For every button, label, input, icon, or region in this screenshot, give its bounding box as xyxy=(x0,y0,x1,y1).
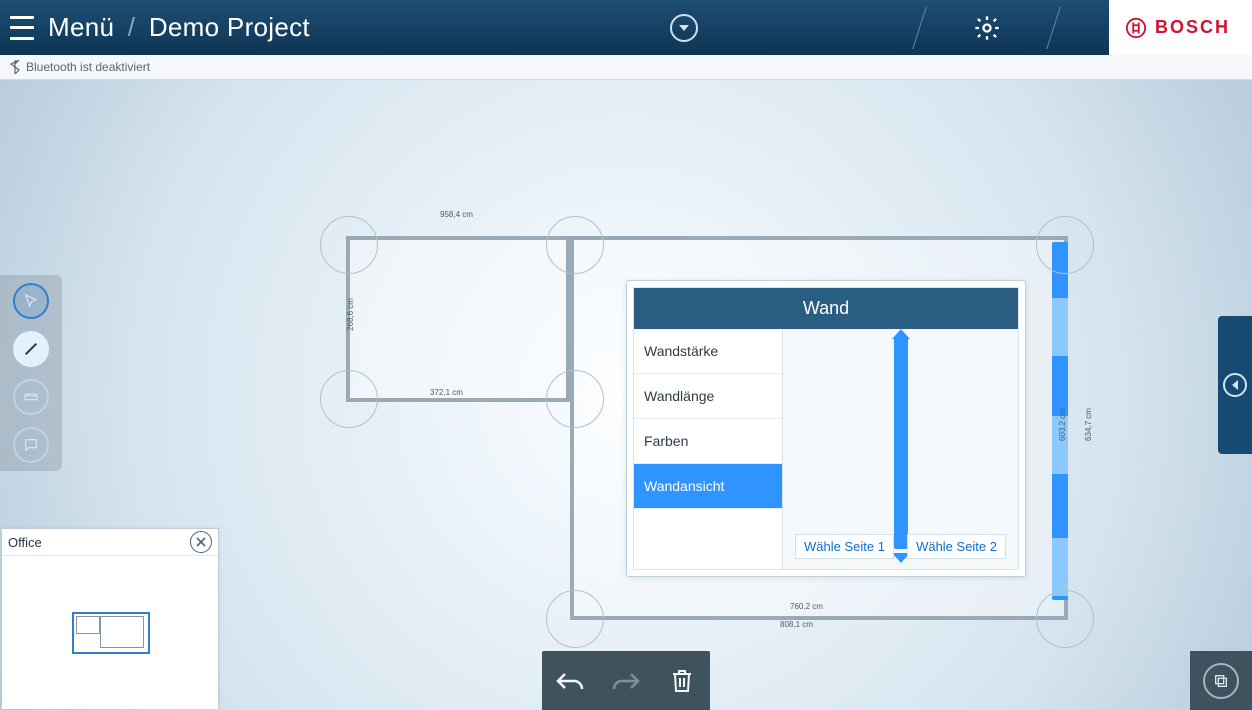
menu-item-view[interactable]: Wandansicht xyxy=(634,464,782,509)
angle-indicator-icon xyxy=(546,216,604,274)
measure-tool[interactable] xyxy=(13,379,49,415)
minimap-viewport[interactable] xyxy=(2,556,218,710)
angle-indicator-icon xyxy=(320,370,378,428)
header-divider-icon xyxy=(875,0,965,55)
angle-indicator-icon xyxy=(1036,216,1094,274)
duplicate-fab xyxy=(1190,651,1252,710)
angle-indicator-icon xyxy=(546,370,604,428)
line-tool[interactable] xyxy=(13,331,49,367)
delete-button[interactable] xyxy=(662,661,702,701)
menu-label[interactable]: Menü xyxy=(48,12,114,42)
popup-menu: Wandstärke Wandlänge Farben Wandansicht xyxy=(634,329,783,569)
chevron-left-icon xyxy=(1223,373,1247,397)
right-panel-expand-handle[interactable] xyxy=(1218,316,1252,454)
dimension-label: 808,1 cm xyxy=(780,620,813,629)
dimension-label: 958,4 cm xyxy=(440,210,473,219)
dimension-label: 372,1 cm xyxy=(430,388,463,397)
selected-wall-segment[interactable] xyxy=(1052,538,1068,596)
breadcrumb-separator: / xyxy=(128,12,136,42)
menu-blank xyxy=(634,509,782,569)
note-tool[interactable] xyxy=(13,427,49,463)
wall-preview-shape xyxy=(894,337,908,549)
duplicate-button[interactable] xyxy=(1203,663,1239,699)
minimap-viewport-rect[interactable] xyxy=(72,612,150,654)
project-dropdown-icon[interactable] xyxy=(670,14,698,42)
dimension-label: 760,2 cm xyxy=(790,602,823,611)
menu-item-thickness[interactable]: Wandstärke xyxy=(634,329,782,374)
angle-indicator-icon xyxy=(546,590,604,648)
bluetooth-status-text: Bluetooth ist deaktiviert xyxy=(26,60,150,74)
header-title: Menü / Demo Project xyxy=(48,12,310,43)
menu-item-length[interactable]: Wandlänge xyxy=(634,374,782,419)
left-toolbar xyxy=(0,275,62,471)
hamburger-menu-icon[interactable] xyxy=(10,16,34,40)
minimap-panel: Office xyxy=(2,528,219,709)
angle-indicator-icon xyxy=(320,216,378,274)
header-right: BOSCH xyxy=(875,0,1252,55)
bosch-logo: BOSCH xyxy=(1109,0,1252,55)
select-side-2-button[interactable]: Wähle Seite 2 xyxy=(907,534,1006,559)
dimension-label: 268,6 cm xyxy=(346,298,355,331)
dimension-label: 634,7 cm xyxy=(1084,408,1093,441)
bosch-logo-icon xyxy=(1125,17,1147,39)
canvas-area[interactable]: 958,4 cm 372,1 cm 268,6 cm 808,1 cm 760,… xyxy=(0,80,1252,710)
wall-properties-popup: Wand Wandstärke Wandlänge Farben Wandans… xyxy=(626,280,1026,577)
undo-button[interactable] xyxy=(550,661,590,701)
room-outline[interactable] xyxy=(346,236,570,402)
bottom-action-bar xyxy=(542,651,710,710)
project-name[interactable]: Demo Project xyxy=(149,12,310,42)
bluetooth-icon xyxy=(10,60,20,74)
pointer-tool[interactable] xyxy=(13,283,49,319)
dimension-label: 603,2 cm xyxy=(1058,408,1067,441)
popup-title: Wand xyxy=(634,288,1018,329)
settings-gear-icon[interactable] xyxy=(973,14,1001,42)
menu-item-colors[interactable]: Farben xyxy=(634,419,782,464)
wall-side-preview: Wähle Seite 1 Wähle Seite 2 xyxy=(783,329,1018,569)
app-header: Menü / Demo Project BOSCH xyxy=(0,0,1252,55)
minimap-close-button[interactable] xyxy=(190,531,212,553)
redo-button xyxy=(606,661,646,701)
angle-indicator-icon xyxy=(1036,590,1094,648)
header-divider-icon xyxy=(1009,0,1099,55)
select-side-1-button[interactable]: Wähle Seite 1 xyxy=(795,534,894,559)
minimap-title: Office xyxy=(8,535,42,550)
selected-wall-segment[interactable] xyxy=(1052,298,1068,356)
status-bar: Bluetooth ist deaktiviert xyxy=(0,55,1252,80)
bosch-logo-text: BOSCH xyxy=(1155,17,1230,38)
